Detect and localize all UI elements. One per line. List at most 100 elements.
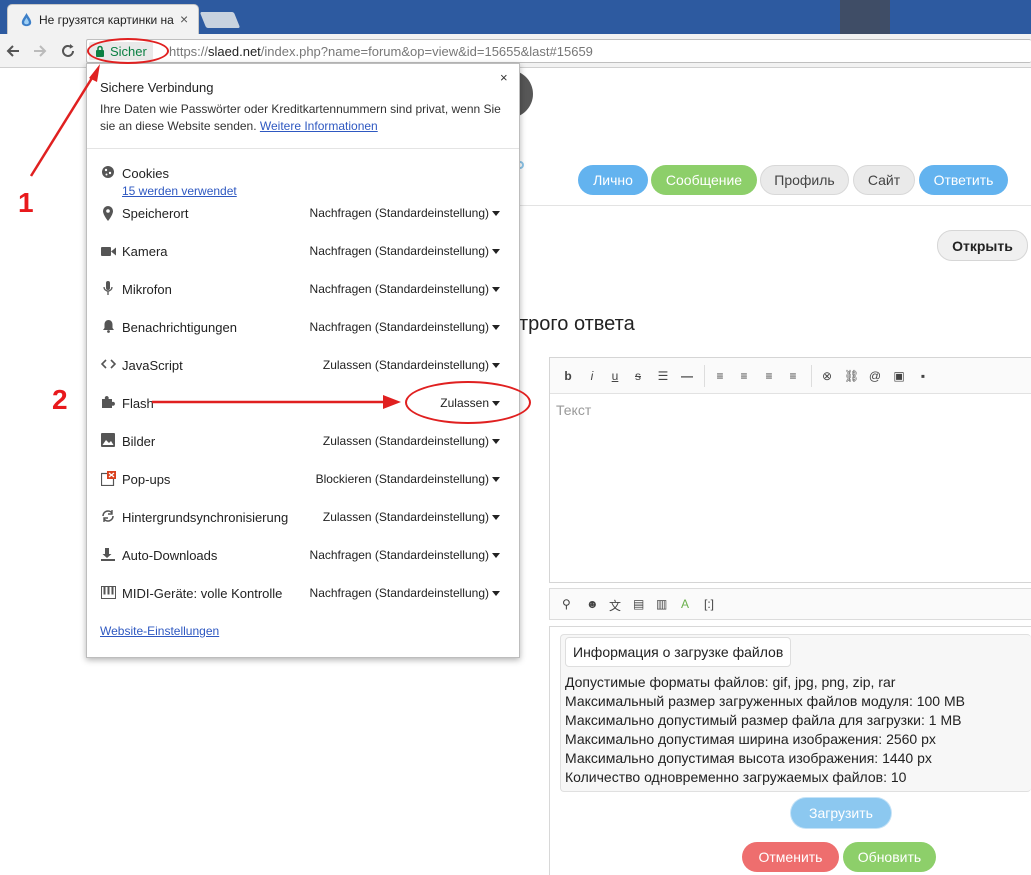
link-icon[interactable]: ⛓ xyxy=(844,368,859,384)
permission-value-midi[interactable]: Nachfragen (Standardeinstellung) xyxy=(310,586,489,600)
more-info-link[interactable]: Weitere Informationen xyxy=(260,119,378,133)
url-host: slaed.net xyxy=(208,44,261,59)
cookie-icon xyxy=(100,164,116,180)
reload-icon xyxy=(62,44,74,57)
annotation-step-1: 1 xyxy=(18,187,34,218)
permission-value-images[interactable]: Zulassen (Standardeinstellung) xyxy=(323,434,489,448)
font-color-icon[interactable]: A xyxy=(681,597,689,611)
upload-info-line: Максимально допустимая высота изображени… xyxy=(565,750,932,766)
browser-window: Не грузятся картинки на × Sicher https:/… xyxy=(0,0,1031,875)
permission-label-popups: Pop-ups xyxy=(122,472,171,487)
message-button[interactable]: Сообщение xyxy=(651,165,757,195)
cancel-button[interactable]: Отменить xyxy=(742,842,839,872)
update-button[interactable]: Обновить xyxy=(843,842,936,872)
tab-close-icon[interactable]: × xyxy=(180,11,188,27)
profile-button[interactable]: Профиль xyxy=(760,165,849,195)
download-icon xyxy=(100,546,116,562)
chevron-down-icon[interactable] xyxy=(492,325,500,330)
image-insert-icon[interactable]: ▣ xyxy=(892,368,906,384)
new-tab-button[interactable] xyxy=(199,12,241,28)
permission-value-popups[interactable]: Blockieren (Standardeinstellung) xyxy=(316,472,489,486)
popup-description: Ihre Daten wie Passwörter oder Kreditkar… xyxy=(100,101,510,135)
address-bar[interactable]: Sicher https://slaed.net/index.php?name=… xyxy=(86,39,1031,63)
bold-icon[interactable]: b xyxy=(562,368,574,384)
permission-label-javascript: JavaScript xyxy=(122,358,183,373)
forward-button[interactable] xyxy=(30,41,50,61)
italic-icon[interactable]: i xyxy=(586,368,598,384)
tab-title: Не грузятся картинки на xyxy=(39,13,174,27)
permission-value-notifications[interactable]: Nachfragen (Standardeinstellung) xyxy=(310,320,489,334)
cookies-link[interactable]: 15 werden verwendet xyxy=(122,184,237,198)
editor-toolbar: b i u s ☰ — ≡ ≡ ≡ ≡ ⊗ ⛓ @ ▣ ▪ xyxy=(550,358,1031,394)
translit-icon[interactable]: 文 xyxy=(609,597,621,614)
permission-value-camera[interactable]: Nachfragen (Standardeinstellung) xyxy=(310,244,489,258)
popup-close-icon[interactable]: × xyxy=(500,70,508,85)
email-icon[interactable]: @ xyxy=(868,368,882,384)
fast-reply-title: трого ответа xyxy=(519,313,635,335)
site-settings-link[interactable]: Website-Einstellungen xyxy=(100,624,219,638)
underline-icon[interactable]: u xyxy=(609,368,621,384)
back-button[interactable] xyxy=(3,41,23,61)
permission-value-background-sync[interactable]: Zulassen (Standardeinstellung) xyxy=(323,510,489,524)
reply-button[interactable]: Ответить xyxy=(919,165,1008,195)
forward-arrow-icon xyxy=(34,45,47,57)
piano-icon xyxy=(100,584,116,600)
reload-button[interactable] xyxy=(58,41,78,61)
site-favicon-icon xyxy=(21,12,32,27)
permission-value-javascript[interactable]: Zulassen (Standardeinstellung) xyxy=(323,358,489,372)
align-justify-icon[interactable]: ≡ xyxy=(786,368,800,384)
attach-icon[interactable]: ⚲ xyxy=(562,597,571,611)
editor-bottom-toolbar: ⚲ ☻ 文 ▤ ▥ A [:] xyxy=(549,588,1031,620)
url-path: /index.php?name=forum&op=view&id=15655&l… xyxy=(260,44,593,59)
popup-icon xyxy=(100,470,116,486)
remove-format-icon[interactable]: ⊗ xyxy=(820,368,834,384)
expand-icon[interactable]: [:] xyxy=(704,597,714,611)
smiley-icon[interactable]: ☻ xyxy=(586,597,599,611)
annotation-step-2: 2 xyxy=(52,384,68,415)
chevron-down-icon[interactable] xyxy=(492,515,500,520)
back-arrow-icon xyxy=(6,45,19,57)
list-icon[interactable]: ☰ xyxy=(656,368,670,384)
upload-button[interactable]: Загрузить xyxy=(791,798,891,828)
window-background xyxy=(840,0,890,34)
permission-value-location[interactable]: Nachfragen (Standardeinstellung) xyxy=(310,206,489,220)
upload-info-title: Информация о загрузке файлов xyxy=(565,637,792,667)
upload-info-line: Максимальный размер загруженных файлов м… xyxy=(565,693,965,709)
chevron-down-icon[interactable] xyxy=(492,249,500,254)
permission-label-location: Speicherort xyxy=(122,206,189,221)
permission-label-midi: MIDI-Geräte: volle Kontrolle xyxy=(122,586,283,601)
chevron-down-icon[interactable] xyxy=(492,591,500,596)
editor-placeholder: Текст xyxy=(556,402,592,418)
chevron-down-icon[interactable] xyxy=(492,211,500,216)
reply-editor[interactable]: b i u s ☰ — ≡ ≡ ≡ ≡ ⊗ ⛓ @ ▣ ▪ Текст xyxy=(549,357,1031,583)
align-right-icon[interactable]: ≡ xyxy=(762,368,776,384)
preview-full-icon[interactable]: ▥ xyxy=(656,597,667,611)
align-center-icon[interactable]: ≡ xyxy=(737,368,751,384)
permission-value-auto-downloads[interactable]: Nachfragen (Standardeinstellung) xyxy=(310,548,489,562)
chevron-down-icon[interactable] xyxy=(492,287,500,292)
puzzle-icon xyxy=(100,394,116,410)
toolbar-separator xyxy=(811,365,812,387)
sync-icon xyxy=(100,508,116,524)
horizontal-rule-icon[interactable]: — xyxy=(680,368,694,384)
site-button[interactable]: Сайт xyxy=(853,165,915,195)
preview-icon[interactable]: ▤ xyxy=(633,597,644,611)
site-info-popup: Sichere Verbindung × Ihre Daten wie Pass… xyxy=(86,63,520,658)
chevron-down-icon[interactable] xyxy=(492,363,500,368)
align-left-icon[interactable]: ≡ xyxy=(713,368,727,384)
private-message-button[interactable]: Лично xyxy=(578,165,648,195)
upload-info-line: Допустимые форматы файлов: gif, jpg, png… xyxy=(565,674,896,690)
chevron-down-icon[interactable] xyxy=(492,553,500,558)
open-button[interactable]: Открыть xyxy=(937,230,1028,261)
chevron-down-icon[interactable] xyxy=(492,439,500,444)
code-icon xyxy=(100,356,116,372)
url-text[interactable]: https://slaed.net/index.php?name=forum&o… xyxy=(169,44,593,59)
cookies-label: Cookies xyxy=(122,166,169,181)
upload-info-line: Максимально допустимая ширина изображени… xyxy=(565,731,936,747)
url-protocol: https:// xyxy=(169,44,209,59)
browser-tab[interactable]: Не грузятся картинки на × xyxy=(7,4,199,34)
permission-value-microphone[interactable]: Nachfragen (Standardeinstellung) xyxy=(310,282,489,296)
chevron-down-icon[interactable] xyxy=(492,477,500,482)
quote-icon[interactable]: ▪ xyxy=(916,368,930,384)
strikethrough-icon[interactable]: s xyxy=(632,368,644,384)
